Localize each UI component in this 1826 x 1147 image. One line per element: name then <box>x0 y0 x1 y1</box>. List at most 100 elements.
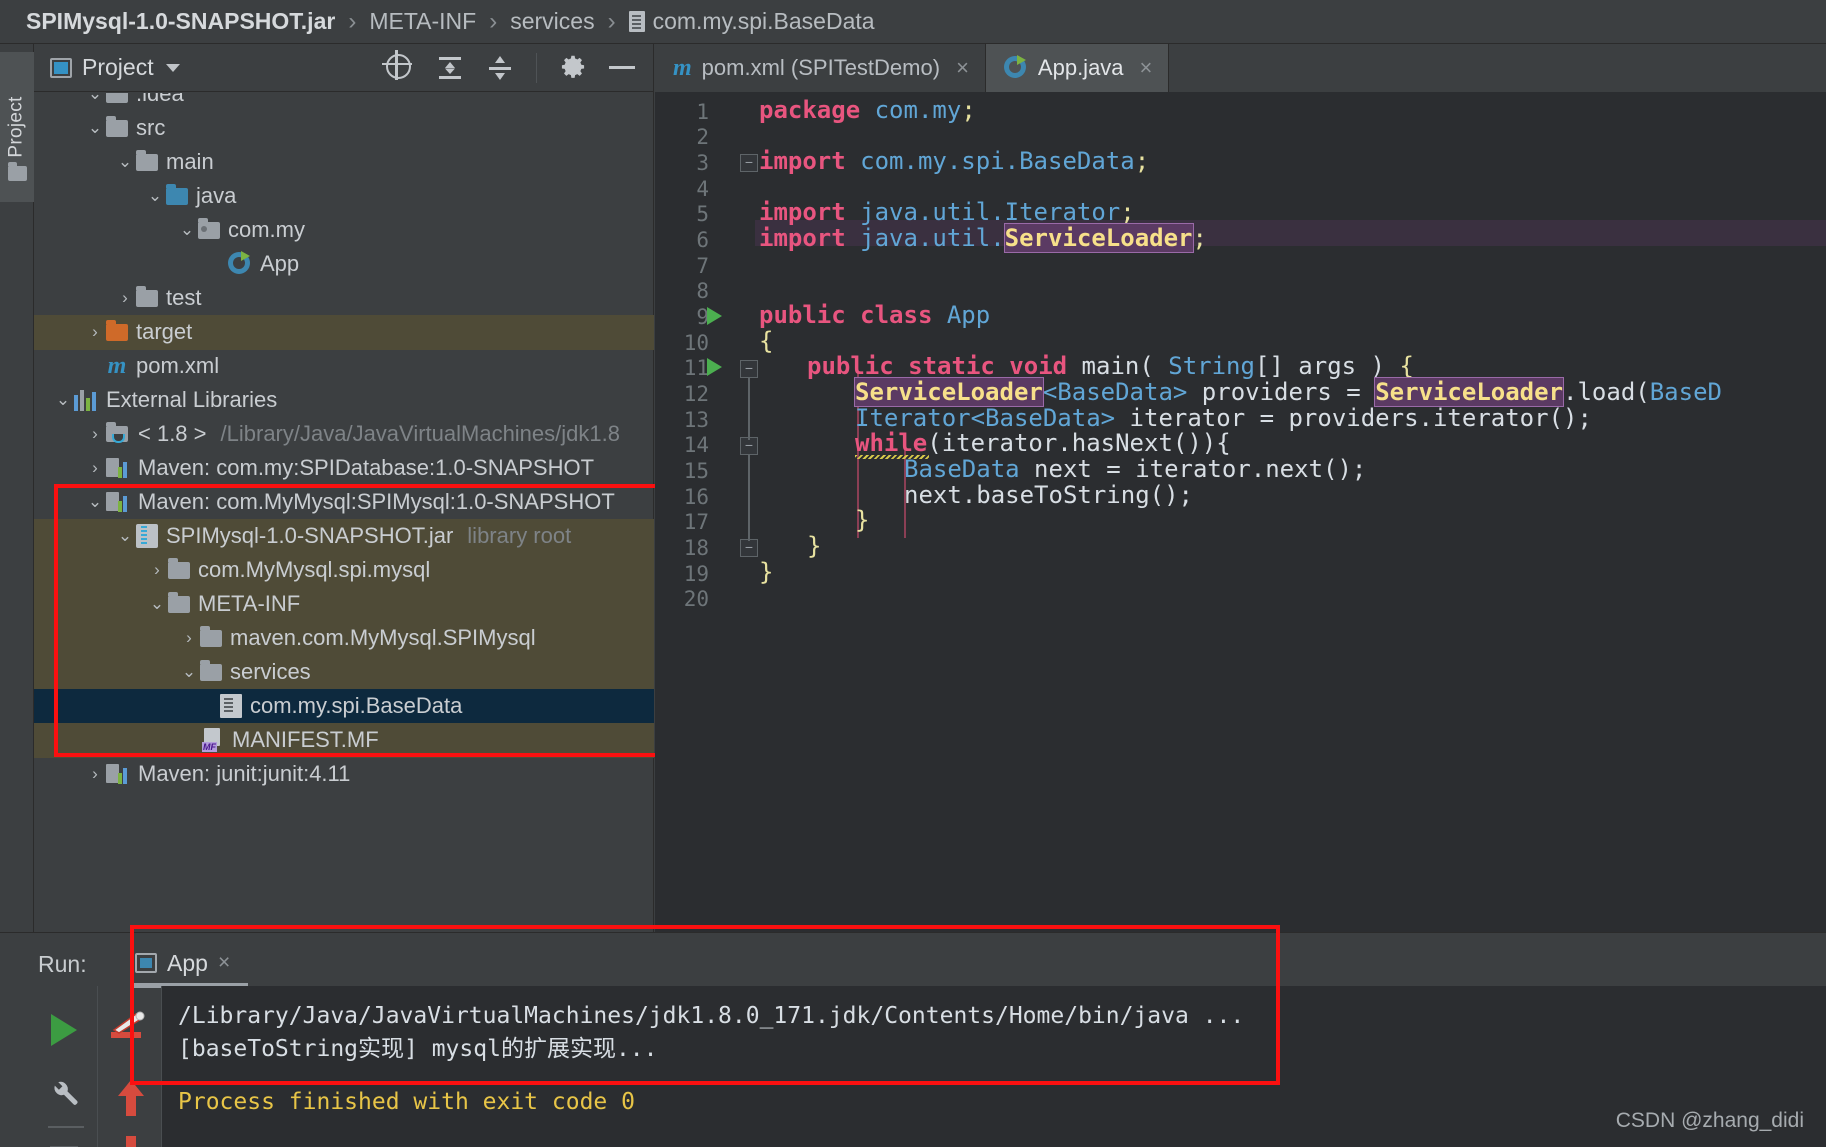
chevron-icon[interactable]: ⌄ <box>114 152 136 172</box>
close-icon[interactable]: × <box>956 55 969 81</box>
breadcrumb-item-basedata[interactable]: com.my.spi.BaseData <box>653 8 875 35</box>
chevron-icon[interactable]: ⌄ <box>144 186 166 206</box>
chevron-icon[interactable]: › <box>146 560 168 580</box>
tree-item-manifest-mf[interactable]: MF MANIFEST.MF <box>34 723 654 758</box>
tree-item-maven-spidatabase[interactable]: › Maven: com.my:SPIDatabase:1.0-SNAPSHOT <box>34 451 654 486</box>
chevron-icon[interactable]: › <box>84 322 106 342</box>
tree-item-idea[interactable]: ⌄ .idea <box>34 93 654 112</box>
run-tab-label: App <box>167 949 208 976</box>
select-opened-file-icon[interactable] <box>386 53 414 82</box>
chevron-icon[interactable]: ⌄ <box>176 220 198 240</box>
fold-end-icon[interactable]: − <box>740 539 758 557</box>
close-icon[interactable]: × <box>1140 55 1153 81</box>
tree-item-label: src <box>136 115 166 141</box>
editor-gutter[interactable]: 1 2 3 4 5 6 7 8 9 10 11 12 13 14 15 16 1… <box>655 92 758 932</box>
line-number: 14 <box>683 433 709 457</box>
tab-pom-xml[interactable]: m pom.xml (SPITestDemo) × <box>655 44 986 92</box>
run-tool-window: Run: App × /Library/Java/JavaVirtualMach… <box>0 932 1826 1147</box>
gear-icon[interactable] <box>559 54 587 82</box>
tree-item-meta-inf[interactable]: ⌄ META-INF <box>34 587 654 622</box>
chevron-icon[interactable]: ⌄ <box>178 662 200 682</box>
libraries-icon <box>74 389 98 412</box>
fold-import-icon[interactable]: − <box>740 154 758 172</box>
project-panel: Project ⌄ .idea ⌄ src ⌄ main ⌄ java ⌄ co… <box>34 44 667 932</box>
console-exit-line: Process finished with exit code 0 <box>178 1089 635 1115</box>
breadcrumb-item-jar[interactable]: SPIMysql-1.0-SNAPSHOT.jar <box>26 8 335 35</box>
tree-item-com-mymysql-spi-mysql[interactable]: › com.MyMysql.spi.mysql <box>34 553 654 588</box>
run-toolbar-second <box>98 986 162 1147</box>
breadcrumb-separator: › <box>348 7 357 35</box>
tree-item-label: .idea <box>136 93 184 107</box>
fold-range-line <box>748 455 750 541</box>
tree-item-maven-junit[interactable]: › Maven: junit:junit:4.11 <box>34 757 654 792</box>
console-line: [baseToString实现] mysql的扩展实现... <box>178 1036 658 1062</box>
expand-all-icon[interactable] <box>436 54 464 82</box>
chevron-icon[interactable]: ⌄ <box>84 118 106 138</box>
breadcrumb-item-services[interactable]: services <box>510 8 594 35</box>
tree-item-maven-spimysql[interactable]: ⌄ Maven: com.MyMysql:SPIMysql:1.0-SNAPSH… <box>34 485 654 520</box>
code-line-10: { <box>759 327 774 355</box>
maven-library-icon <box>106 458 130 479</box>
tree-item-com-my-spi-basedata[interactable]: com.my.spi.BaseData <box>34 689 654 724</box>
tree-item-services[interactable]: ⌄ services <box>34 655 654 690</box>
console-line: /Library/Java/JavaVirtualMachines/jdk1.8… <box>178 1003 1245 1029</box>
run-class-gutter-icon[interactable] <box>707 307 722 325</box>
code-content[interactable]: package com.my; import com.my.spi.BaseDa… <box>759 92 1826 932</box>
up-arrow-icon[interactable] <box>116 1078 146 1123</box>
project-tree[interactable]: ⌄ .idea ⌄ src ⌄ main ⌄ java ⌄ com.my App… <box>34 93 654 932</box>
fold-method-icon[interactable]: − <box>740 360 758 378</box>
line-number: 10 <box>683 331 709 355</box>
chevron-icon[interactable]: ⌄ <box>84 93 106 104</box>
run-console-output[interactable]: /Library/Java/JavaVirtualMachines/jdk1.8… <box>162 986 1826 1147</box>
chevron-down-icon[interactable] <box>165 63 180 72</box>
tree-item-src[interactable]: ⌄ src <box>34 111 654 146</box>
down-arrow-icon[interactable] <box>116 1134 146 1147</box>
code-line-19: } <box>759 558 774 586</box>
collapse-all-icon[interactable] <box>486 54 514 82</box>
settings-wrench-button[interactable] <box>48 1076 80 1108</box>
code-line-9: public class App <box>759 301 991 329</box>
chevron-icon[interactable]: ⌄ <box>52 390 74 410</box>
tree-item-java[interactable]: ⌄ java <box>34 179 654 214</box>
tree-item-maven-com-mymysql-spimysql[interactable]: › maven.com.MyMysql.SPIMysql <box>34 621 654 656</box>
tree-item-main[interactable]: ⌄ main <box>34 145 654 180</box>
tree-item-test[interactable]: › test <box>34 281 654 316</box>
code-editor[interactable]: 1 2 3 4 5 6 7 8 9 10 11 12 13 14 15 16 1… <box>655 92 1826 932</box>
folder-icon <box>136 149 158 171</box>
tree-item-label: test <box>166 285 202 311</box>
run-button[interactable] <box>51 1014 77 1046</box>
run-method-gutter-icon[interactable] <box>707 358 722 376</box>
tree-item-app-class[interactable]: › App <box>34 247 654 282</box>
hide-icon[interactable] <box>609 66 635 69</box>
tab-app-java[interactable]: App.java × <box>985 44 1170 92</box>
line-number: 8 <box>696 279 709 303</box>
tree-item-spimysql-jar[interactable]: ⌄ SPIMysql-1.0-SNAPSHOT.jar library root <box>34 519 654 554</box>
chevron-icon[interactable]: › <box>84 458 106 478</box>
tree-item-label: com.my <box>228 217 305 243</box>
close-icon[interactable]: × <box>218 951 230 975</box>
tree-item-target[interactable]: › target <box>34 315 654 350</box>
breadcrumb-item-meta-inf[interactable]: META-INF <box>369 8 476 35</box>
project-tool-tab-label: Project <box>6 96 28 158</box>
tree-item-external-libraries[interactable]: ⌄ External Libraries <box>34 383 654 418</box>
run-tab-app[interactable]: App × <box>125 941 240 985</box>
line-number: 11 <box>683 356 709 380</box>
maven-library-icon <box>106 764 130 785</box>
tree-item-pom-xml[interactable]: m pom.xml <box>34 349 654 384</box>
text-file-icon <box>628 11 645 32</box>
tree-item-jdk-18[interactable]: › < 1.8 > /Library/Java/JavaVirtualMachi… <box>34 417 654 452</box>
chevron-icon[interactable]: › <box>178 628 200 648</box>
tree-item-location: /Library/Java/JavaVirtualMachines/jdk1.8 <box>220 421 620 447</box>
tree-item-label: META-INF <box>198 591 301 617</box>
maven-m-icon: m <box>673 54 692 81</box>
chevron-icon[interactable]: › <box>84 764 106 784</box>
tree-item-com-my[interactable]: ⌄ com.my <box>34 213 654 248</box>
package-icon <box>198 217 220 239</box>
chevron-icon[interactable]: ⌄ <box>84 492 106 512</box>
chevron-icon[interactable]: ⌄ <box>146 594 168 614</box>
code-line-16: next.baseToString(); <box>904 481 1193 509</box>
chevron-icon[interactable]: ⌄ <box>114 526 136 546</box>
chevron-icon[interactable]: › <box>84 424 106 444</box>
chevron-icon[interactable]: › <box>114 288 136 308</box>
rerun-failed-tests-icon[interactable] <box>108 1010 148 1044</box>
